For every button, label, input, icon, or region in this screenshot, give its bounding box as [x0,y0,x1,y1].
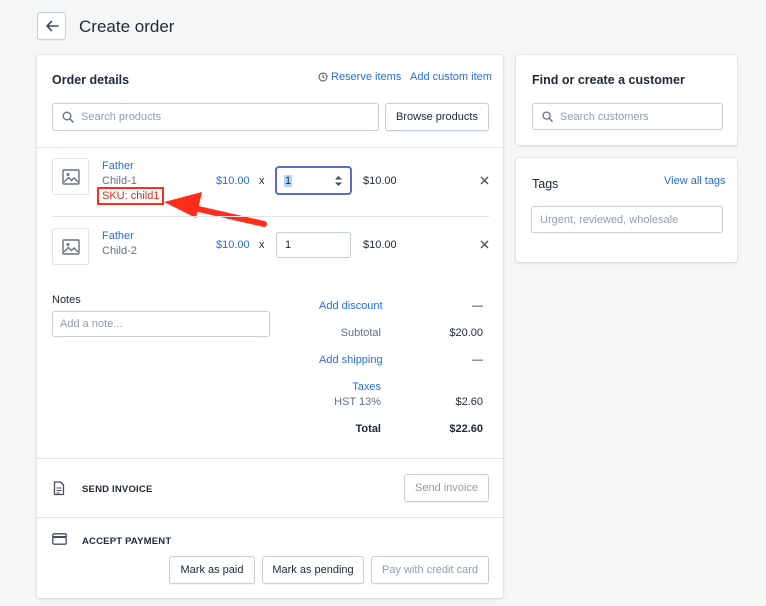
product-thumbnail [52,158,89,195]
invoice-icon [53,481,65,496]
divider [37,458,503,459]
item-price-link[interactable]: $10.00 [216,175,250,187]
notes-label: Notes [52,294,81,306]
times-sign: x [259,239,265,251]
mark-as-pending-button[interactable]: Mark as pending [262,556,364,584]
send-invoice-title: SEND INVOICE [82,484,153,495]
tags-input[interactable]: Urgent, reviewed, wholesale [531,206,723,233]
stepper-icon[interactable] [334,174,343,188]
shipping-value: — [472,354,483,366]
variant-name: Child-1 [102,175,137,187]
discount-value: — [472,300,483,312]
sku-label: SKU: child1 [97,187,165,205]
image-icon [61,238,80,255]
clock-icon [318,72,328,82]
taxes-link[interactable]: Taxes [300,381,381,393]
image-icon [61,168,80,185]
quantity-stepper[interactable]: 1 [275,166,352,195]
line-total: $10.00 [363,175,397,187]
subtotal-value: $20.00 [449,327,483,339]
divider [37,517,503,518]
product-name-link[interactable]: Father [102,230,134,242]
subtotal-label: Subtotal [340,327,381,339]
reserve-items-link[interactable]: Reserve items [318,71,401,83]
line-total: $10.00 [363,239,397,251]
total-value: $22.60 [449,423,483,435]
add-discount-link[interactable]: Add discount [319,300,383,312]
add-custom-item-link[interactable]: Add custom item [410,71,492,83]
tags-title: Tags [532,177,559,191]
pay-with-credit-card-button[interactable]: Pay with credit card [371,556,489,584]
accept-payment-title: ACCEPT PAYMENT [82,536,172,547]
divider [37,147,503,148]
product-thumbnail [52,228,89,265]
send-invoice-button[interactable]: Send invoice [404,474,489,502]
quantity-input[interactable]: 1 [276,232,351,258]
mark-as-paid-button[interactable]: Mark as paid [169,556,255,584]
tax-value: $2.60 [455,396,483,408]
back-arrow-icon [45,20,59,32]
view-all-tags-link[interactable]: View all tags [664,175,726,187]
item-price-link[interactable]: $10.00 [216,239,250,251]
total-label: Total [355,423,381,435]
tax-name: HST 13% [334,396,381,408]
annotation-arrow [164,192,267,227]
page-title: Create order [79,17,175,36]
times-sign: x [259,175,265,187]
notes-input[interactable]: Add a note... [52,311,270,337]
back-button[interactable] [37,12,66,40]
order-details-title: Order details [52,73,130,87]
variant-name: Child-2 [102,245,137,257]
search-icon [542,111,553,122]
product-name-link[interactable]: Father [102,160,134,172]
close-icon[interactable] [480,240,489,249]
add-shipping-link[interactable]: Add shipping [319,354,383,366]
close-icon[interactable] [480,176,489,185]
credit-card-icon [52,533,67,545]
divider [52,216,489,217]
search-customers-input[interactable]: Search customers [532,103,723,130]
browse-products-button[interactable]: Browse products [385,103,489,131]
search-icon [62,111,74,123]
search-products-input[interactable]: Search products [52,103,379,131]
customer-card-title: Find or create a customer [532,73,685,87]
customer-card [516,55,737,145]
